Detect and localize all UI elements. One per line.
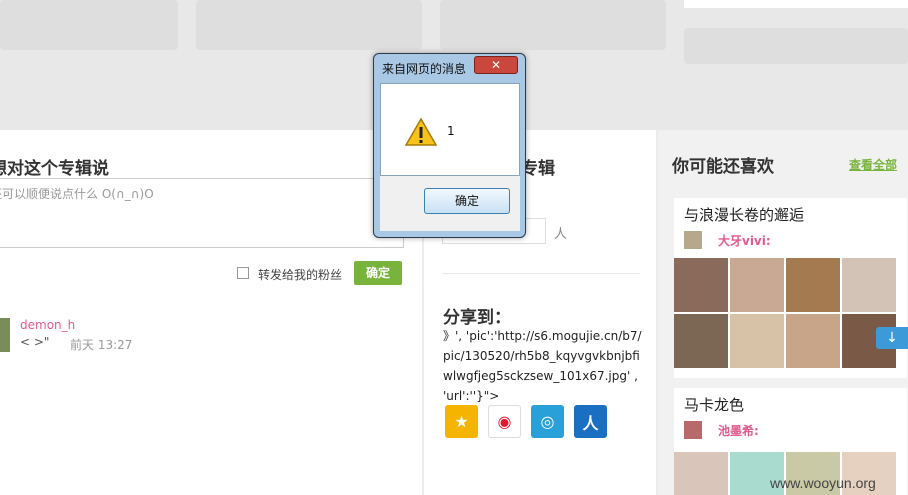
- header-card: [196, 0, 422, 50]
- close-button[interactable]: ✕: [474, 56, 518, 74]
- thumbnail[interactable]: [674, 314, 728, 368]
- warning-icon: [404, 117, 438, 150]
- ok-button[interactable]: 确定: [424, 188, 510, 214]
- view-all-link[interactable]: 查看全部: [849, 156, 897, 173]
- header-card: [684, 0, 908, 8]
- thumbnail[interactable]: [786, 314, 840, 368]
- thumbnail[interactable]: [674, 452, 728, 495]
- thumbnail[interactable]: [730, 258, 784, 312]
- qzone-icon[interactable]: ★: [445, 405, 478, 438]
- dialog-message: 1: [447, 124, 455, 138]
- comment-text: < >": [20, 335, 50, 349]
- forward-checkbox[interactable]: [237, 267, 249, 279]
- forward-label: 转发给我的粉丝: [258, 268, 343, 282]
- thumbnail-grid: [674, 258, 898, 368]
- thumbnail[interactable]: [786, 258, 840, 312]
- header-card: [0, 0, 178, 50]
- recommend-section: 你可能还喜欢 查看全部 与浪漫长卷的邂逅 大牙vivi: 马卡龙色 池墨希:: [658, 130, 908, 495]
- comment-section: 想对这个专辑说 还可以顺便说点什么 O(∩_∩)O 转发给我的粉丝 确定 dem…: [0, 130, 422, 495]
- comment-user[interactable]: demon_h: [20, 318, 75, 332]
- header-bar: [684, 28, 908, 64]
- recommend-title: 你可能还喜欢: [672, 157, 774, 177]
- comment-time: 前天 13:27: [70, 338, 133, 352]
- recommend-card-user[interactable]: 大牙vivi:: [718, 232, 771, 249]
- thumbnail[interactable]: [674, 258, 728, 312]
- watermark: www.wooyun.org: [770, 475, 876, 491]
- comment-title: 想对这个专辑说: [0, 159, 109, 179]
- comment-submit-button[interactable]: 确定: [354, 261, 402, 285]
- renren-icon[interactable]: 人: [574, 405, 607, 438]
- thumbnail[interactable]: [730, 314, 784, 368]
- collect-unit: 人: [554, 227, 568, 242]
- scroll-down-icon[interactable]: ↓: [876, 327, 908, 349]
- dialog-body: 1: [380, 83, 520, 176]
- recommend-card-title[interactable]: 马卡龙色: [684, 394, 744, 415]
- avatar[interactable]: [684, 421, 702, 439]
- avatar[interactable]: [684, 231, 702, 249]
- recommend-card-title[interactable]: 与浪漫长卷的邂逅: [684, 204, 804, 225]
- share-icons: ★ ◉ ◎ 人: [445, 405, 607, 438]
- thumbnail[interactable]: [842, 258, 896, 312]
- dialog-footer: 确定: [380, 176, 520, 231]
- dialog-title: 来自网页的消息: [382, 62, 467, 76]
- alert-dialog: 来自网页的消息 ✕ 1 确定: [373, 53, 526, 238]
- divider: [442, 273, 640, 274]
- recommend-card[interactable]: 与浪漫长卷的邂逅 大牙vivi:: [674, 198, 907, 378]
- weibo-icon[interactable]: ◉: [488, 405, 521, 438]
- header-card: [440, 0, 666, 50]
- comment-placeholder: 还可以顺便说点什么 O(∩_∩)O: [0, 187, 154, 201]
- recommend-card-user[interactable]: 池墨希:: [718, 422, 759, 439]
- share-text: 》', 'pic':'http://s6.mogujie.cn/b7/pic/1…: [443, 329, 642, 403]
- tencent-weibo-icon[interactable]: ◎: [531, 405, 564, 438]
- avatar[interactable]: [0, 318, 10, 352]
- share-title: 分享到：: [443, 308, 511, 328]
